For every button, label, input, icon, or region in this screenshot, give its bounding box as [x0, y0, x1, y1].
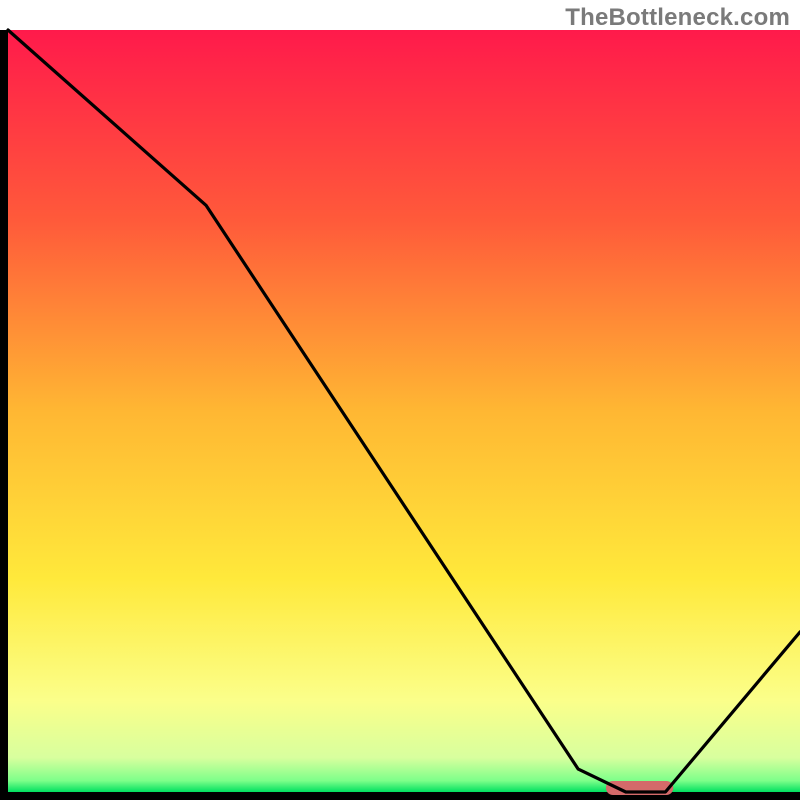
- y-axis: [0, 30, 8, 800]
- chart-container: TheBottleneck.com: [0, 0, 800, 800]
- watermark-text: TheBottleneck.com: [565, 4, 790, 32]
- bottleneck-chart: [0, 0, 800, 800]
- x-axis: [0, 792, 800, 800]
- plot-background: [8, 30, 800, 792]
